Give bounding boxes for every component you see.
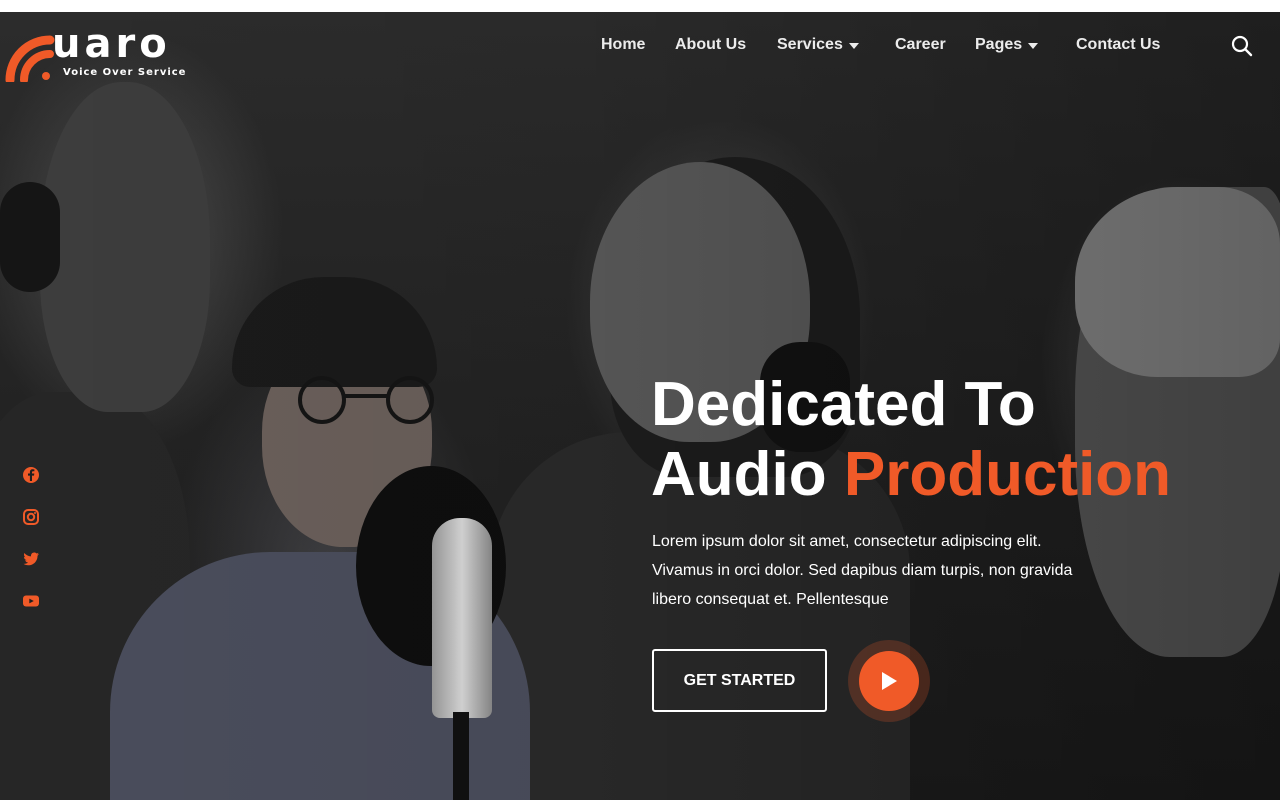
headline-line-1: Dedicated To [651, 370, 1036, 439]
nav-pages-label: Pages [975, 36, 1023, 53]
get-started-button[interactable]: GET STARTED [652, 649, 827, 712]
nav-home-label: Home [601, 36, 646, 53]
chevron-down-icon [1028, 42, 1039, 49]
nav-home[interactable]: Home [601, 36, 645, 54]
youtube-icon[interactable] [22, 592, 40, 610]
nav-pages[interactable]: Pages [975, 36, 1039, 54]
play-button[interactable] [859, 651, 919, 711]
nav-about-us-label: About Us [675, 36, 747, 53]
nav-career-label: Career [895, 36, 946, 53]
site-header: uaro Voice Over Service Home About Us Se… [0, 12, 1280, 82]
hero-headline: Dedicated To Audio Production [651, 370, 1251, 510]
logo-tagline: Voice Over Service [63, 67, 187, 78]
hero-description: Lorem ipsum dolor sit amet, consectetur … [652, 533, 1073, 608]
nav-contact-us[interactable]: Contact Us [1076, 36, 1160, 54]
main-nav: Home About Us Services Career Pages Cont… [0, 36, 1280, 60]
headline-line-2-plain: Audio [651, 440, 827, 509]
nav-contact-us-label: Contact Us [1076, 36, 1161, 53]
instagram-icon[interactable] [22, 508, 40, 526]
nav-about-us[interactable]: About Us [675, 36, 746, 54]
chevron-down-icon [848, 42, 859, 49]
twitter-icon[interactable] [22, 550, 40, 568]
nav-services[interactable]: Services [777, 36, 859, 54]
nav-career[interactable]: Career [895, 36, 946, 54]
top-strip [0, 0, 1280, 12]
play-icon [882, 672, 897, 690]
nav-services-label: Services [777, 36, 843, 53]
headline-line-2-accent: Production [843, 440, 1172, 509]
facebook-icon[interactable] [22, 466, 40, 484]
search-icon[interactable] [1231, 35, 1253, 57]
